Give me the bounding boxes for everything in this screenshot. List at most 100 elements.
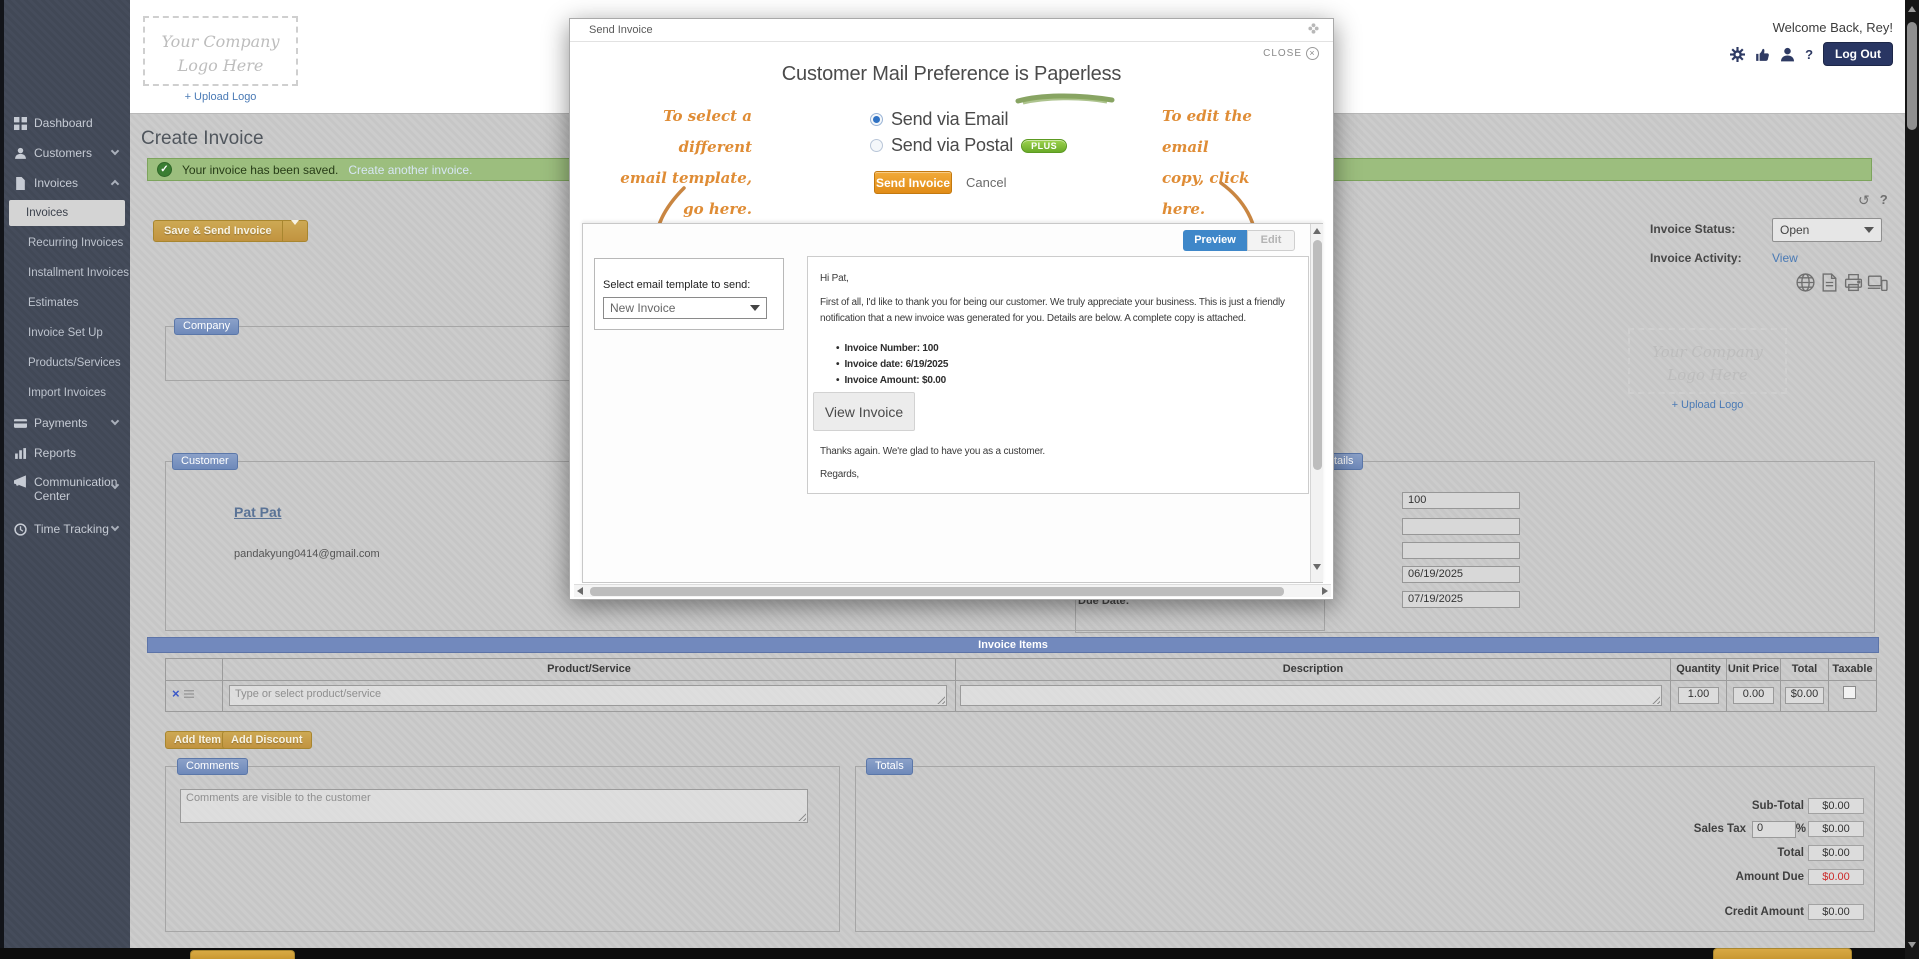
total-cell: $0.00 xyxy=(1781,681,1829,711)
send-via-postal-label[interactable]: Send via Postal xyxy=(891,135,1013,156)
scroll-down-arrow-icon[interactable] xyxy=(1313,564,1321,570)
send-via-email-label[interactable]: Send via Email xyxy=(891,109,1008,130)
company-logo-placeholder[interactable]: Your Company Logo Here xyxy=(143,16,298,86)
product-service-textarea[interactable]: Type or select product/service xyxy=(229,685,947,706)
product-cell: Type or select product/service xyxy=(223,681,956,711)
modal-cancel-link[interactable]: Cancel xyxy=(966,175,1006,190)
bullet-text: Invoice Amount: $0.00 xyxy=(844,375,946,386)
tab-preview[interactable]: Preview xyxy=(1183,230,1247,251)
help-icon[interactable]: ? xyxy=(1805,47,1813,62)
taxable-checkbox[interactable] xyxy=(1843,686,1856,699)
optional-field-input[interactable] xyxy=(1402,518,1520,535)
description-textarea[interactable] xyxy=(960,685,1662,706)
page-scrollbar[interactable] xyxy=(1905,0,1919,959)
sidebar-subitem-invoices[interactable]: Invoices xyxy=(9,200,125,226)
globe-icon[interactable] xyxy=(1795,272,1816,293)
thumbs-up-icon[interactable] xyxy=(1755,47,1770,62)
preview-scrollbar-vertical[interactable] xyxy=(1310,224,1323,582)
resize-handle[interactable] xyxy=(1652,696,1660,704)
sidebar-item-reports[interactable]: Reports xyxy=(4,438,130,468)
customer-email: pandakyung0414@gmail.com xyxy=(234,548,380,560)
add-discount-button[interactable]: Add Discount xyxy=(222,731,312,749)
modal-close-button[interactable]: CLOSE × xyxy=(1263,47,1319,60)
sales-tax-input[interactable]: 0 xyxy=(1752,821,1796,838)
sidebar-item-dashboard[interactable]: Dashboard xyxy=(4,108,130,138)
row-total-input[interactable]: $0.00 xyxy=(1785,687,1824,704)
dashboard-icon xyxy=(14,117,27,130)
history-icon[interactable]: ↺ xyxy=(1858,192,1870,209)
table-header-empty xyxy=(166,659,223,681)
send-via-email-radio[interactable] xyxy=(870,113,883,126)
logo-text-line1: Your Company xyxy=(145,30,296,54)
devices-icon[interactable] xyxy=(1867,272,1888,293)
bottom-partial-button-left[interactable] xyxy=(190,950,295,959)
credit-card-icon xyxy=(14,417,27,430)
comments-textarea[interactable]: Comments are visible to the customer xyxy=(180,789,808,823)
scroll-up-arrow-icon[interactable] xyxy=(1313,228,1321,234)
sidebar-item-time-tracking[interactable]: Time Tracking xyxy=(4,514,130,544)
page-help-icon[interactable]: ? xyxy=(1880,192,1888,209)
modal-decor-icon xyxy=(1308,23,1319,34)
sidebar-item-payments[interactable]: Payments xyxy=(4,408,130,438)
scrollbar-thumb[interactable] xyxy=(590,587,1284,596)
invoice-upload-logo-link[interactable]: + Upload Logo xyxy=(1628,399,1787,411)
sidebar-subitem-products-services[interactable]: Products/Services xyxy=(4,348,130,378)
account-person-icon[interactable] xyxy=(1780,47,1795,62)
modal-scrollbar-horizontal[interactable] xyxy=(574,584,1331,597)
printer-icon[interactable] xyxy=(1843,272,1864,293)
customer-name-link[interactable]: Pat Pat xyxy=(234,504,281,520)
logout-button[interactable]: Log Out xyxy=(1823,42,1893,66)
due-date-input[interactable]: 07/19/2025 xyxy=(1402,591,1520,608)
save-send-invoice-button[interactable]: Save & Send Invoice xyxy=(153,220,308,242)
create-another-invoice-link[interactable]: Create another invoice. xyxy=(348,163,472,177)
scroll-left-arrow-icon[interactable] xyxy=(577,587,583,595)
check-circle-icon: ✓ xyxy=(157,162,172,177)
drag-handle-icon[interactable] xyxy=(184,689,194,699)
scroll-up-arrow-icon[interactable] xyxy=(1908,6,1916,12)
quantity-input[interactable]: 1.00 xyxy=(1678,687,1719,704)
save-send-dropdown-arrow[interactable] xyxy=(282,221,307,241)
sidebar-item-communication-center[interactable]: Communication Center xyxy=(4,468,130,514)
scroll-right-arrow-icon[interactable] xyxy=(1322,587,1328,595)
bottom-partial-button-right[interactable] xyxy=(1713,948,1852,959)
invoice-number-input[interactable]: 100 xyxy=(1402,492,1520,509)
sidebar-subitem-import-invoices[interactable]: Import Invoices xyxy=(4,378,130,408)
invoice-status-select[interactable]: Open xyxy=(1772,218,1882,242)
comments-placeholder: Comments are visible to the customer xyxy=(186,792,371,804)
resize-handle[interactable] xyxy=(937,696,945,704)
sidebar-subitem-estimates[interactable]: Estimates xyxy=(4,288,130,318)
view-invoice-button[interactable]: View Invoice xyxy=(813,392,915,431)
add-item-button[interactable]: Add Item xyxy=(165,731,230,749)
table-header-taxable: Taxable xyxy=(1829,659,1876,681)
name-field-input[interactable] xyxy=(1402,542,1520,559)
scrollbar-thumb[interactable] xyxy=(1313,240,1322,470)
invoice-logo-placeholder[interactable]: Your Company Logo Here xyxy=(1628,328,1787,394)
resize-handle[interactable] xyxy=(798,813,806,821)
sidebar-subitem-installment-invoices[interactable]: Installment Invoices xyxy=(4,258,130,288)
scrollbar-thumb[interactable] xyxy=(1907,22,1917,130)
row-actions-cell: × xyxy=(166,681,223,711)
email-closing: Thanks again. We're glad to have you as … xyxy=(820,446,1045,457)
upload-logo-link[interactable]: + Upload Logo xyxy=(143,91,298,103)
sidebar-item-customers[interactable]: Customers xyxy=(4,138,130,168)
invoice-activity-view-link[interactable]: View xyxy=(1772,251,1798,265)
invoice-date-input[interactable]: 06/19/2025 xyxy=(1402,566,1520,583)
invoice-activity-label: Invoice Activity: xyxy=(1650,251,1742,265)
app-window: Dashboard Customers Invoices Invoices Re… xyxy=(0,0,1919,959)
email-template-select[interactable]: New Invoice xyxy=(603,297,767,319)
pdf-icon[interactable] xyxy=(1819,272,1840,293)
settings-gear-icon[interactable] xyxy=(1730,47,1745,62)
note-line: To edit the email xyxy=(1162,101,1302,163)
alert-message: Your invoice has been saved. xyxy=(182,163,338,177)
delete-row-icon[interactable]: × xyxy=(172,687,180,711)
send-via-postal-radio[interactable] xyxy=(870,139,883,152)
chevron-down-icon xyxy=(111,417,119,425)
sidebar-subitem-invoice-set-up[interactable]: Invoice Set Up xyxy=(4,318,130,348)
sidebar-item-invoices[interactable]: Invoices xyxy=(4,168,130,198)
modal-send-invoice-button[interactable]: Send Invoice xyxy=(874,171,952,194)
unit-price-input[interactable]: 0.00 xyxy=(1733,687,1774,704)
modal-title: Send Invoice xyxy=(589,24,653,36)
scroll-down-arrow-icon[interactable] xyxy=(1908,942,1916,948)
sidebar-subitem-recurring-invoices[interactable]: Recurring Invoices xyxy=(4,228,130,258)
tab-edit[interactable]: Edit xyxy=(1247,230,1295,251)
